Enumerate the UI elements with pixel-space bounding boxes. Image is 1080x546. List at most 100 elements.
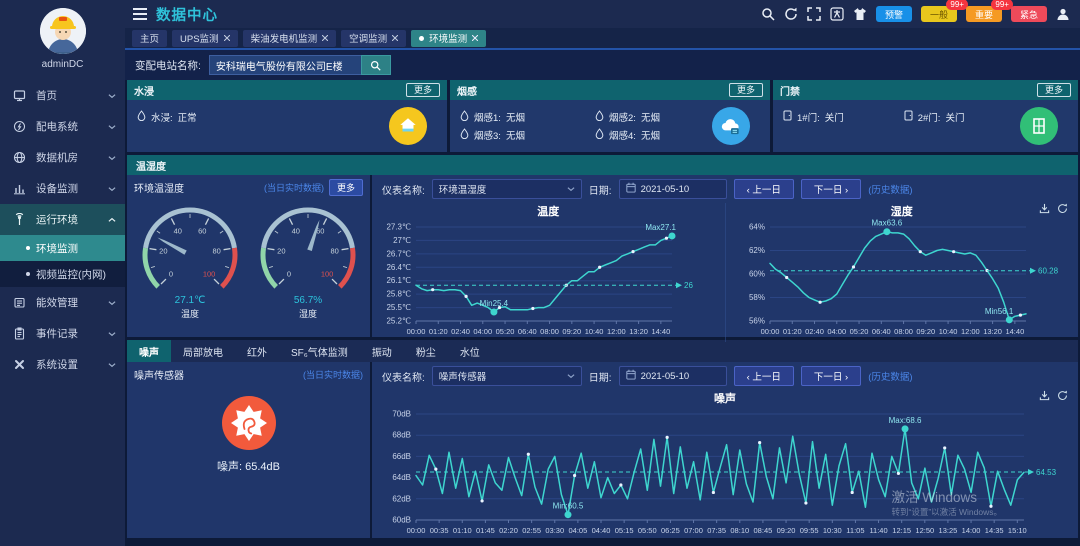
status-value: 无烟 [641, 128, 660, 142]
tab-home[interactable]: 主页 [132, 30, 167, 47]
chart-toolbar [1039, 390, 1068, 401]
tab-sf6-gas[interactable]: SF₆气体监测 [279, 340, 360, 362]
svg-text:25.2℃: 25.2℃ [386, 317, 411, 326]
tab-partial-discharge[interactable]: 局部放电 [171, 340, 235, 362]
noise-date-picker[interactable]: 2021-05-10 [619, 366, 727, 386]
download-icon[interactable] [1039, 390, 1050, 401]
avatar[interactable] [40, 8, 86, 54]
svg-text:20: 20 [277, 246, 285, 255]
smoke-card-body: 烟感1: 无烟 烟感2: 无烟 烟感3: 无烟 [450, 100, 770, 152]
flood-house-icon [389, 107, 427, 145]
door-more-button[interactable]: 更多 [1037, 83, 1071, 97]
alert-button-label: 预警 [885, 8, 903, 21]
door-card-header: 门禁 更多 [773, 80, 1078, 100]
refresh-icon[interactable] [1057, 203, 1068, 214]
refresh-icon[interactable] [784, 7, 798, 21]
status-value: 无烟 [506, 110, 525, 124]
sidebar-item-device-monitor[interactable]: 设备监测 [0, 173, 125, 204]
tab-diesel[interactable]: 柴油发电机监测 [243, 30, 337, 47]
next-day-button[interactable]: 下一日 › [801, 366, 861, 386]
sidebar-item-data-room[interactable]: 数据机房 [0, 142, 125, 173]
gauge-more-button[interactable]: 更多 [329, 179, 363, 196]
alert-button-general[interactable]: 一般 99+ [921, 6, 957, 22]
temperature-chart: 温度 25.2℃25.5℃25.8℃26.1℃26.4℃26.7℃27℃27.3… [372, 203, 725, 342]
history-data-link[interactable]: (历史数据) [868, 369, 912, 383]
alert-button-urgent[interactable]: 紧急 [1011, 6, 1047, 22]
status-value: 无烟 [506, 128, 525, 142]
sidebar-subitem-video-monitor[interactable]: 视频监控(内网) [0, 261, 125, 287]
tab-env-monitor[interactable]: 环境监测 [411, 30, 486, 47]
date-label: 日期: [589, 369, 612, 384]
sidebar-subitem-env-monitor[interactable]: 环境监测 [0, 235, 125, 261]
svg-text:09:20: 09:20 [916, 327, 935, 336]
svg-text:60: 60 [198, 226, 206, 235]
sidebar-item-settings[interactable]: 系统设置 [0, 349, 125, 380]
svg-text:05:50: 05:50 [638, 526, 657, 535]
noise-meter-select[interactable]: 噪声传感器 [432, 366, 582, 386]
realtime-data-note: (当日实时数据) [303, 368, 363, 381]
smoke-card-header: 烟感 更多 [450, 80, 770, 100]
sidebar-item-events[interactable]: 事件记录 [0, 318, 125, 349]
alert-button-important[interactable]: 重要 99+ [966, 6, 1002, 22]
hamburger-menu-icon[interactable] [133, 8, 147, 20]
tab-water-level[interactable]: 水位 [448, 340, 492, 362]
status-value: 关门 [825, 110, 844, 124]
smoke-status-item: 烟感1: 无烟 [460, 108, 595, 126]
close-icon[interactable] [392, 33, 398, 44]
tab-noise[interactable]: 噪声 [127, 340, 171, 362]
svg-text:40: 40 [291, 226, 299, 235]
theme-shirt-icon[interactable] [853, 7, 867, 21]
svg-text:11:05: 11:05 [846, 526, 864, 535]
svg-text:01:20: 01:20 [782, 327, 801, 336]
calendar-icon [626, 369, 636, 383]
smoke-drop-icon [460, 110, 469, 124]
water-more-button[interactable]: 更多 [406, 83, 440, 97]
tab-vibration[interactable]: 振动 [360, 340, 404, 362]
smoke-more-button[interactable]: 更多 [729, 83, 763, 97]
history-data-link[interactable]: (历史数据) [868, 182, 912, 196]
translate-icon[interactable] [830, 7, 844, 21]
svg-text:80: 80 [330, 246, 338, 255]
fullscreen-icon[interactable] [807, 7, 821, 21]
tab-infrared[interactable]: 红外 [235, 340, 279, 362]
antenna-icon [13, 213, 28, 226]
user-icon[interactable] [1056, 7, 1070, 21]
date-picker[interactable]: 2021-05-10 [619, 179, 727, 199]
close-icon[interactable] [322, 33, 328, 44]
temperature-chart-title: 温度 [372, 203, 725, 218]
svg-text:66dB: 66dB [392, 452, 411, 461]
close-icon[interactable] [472, 33, 478, 44]
svg-text:14:35: 14:35 [985, 526, 1004, 535]
tab-aircon[interactable]: 空调监测 [341, 30, 406, 47]
svg-text:62dB: 62dB [392, 494, 411, 503]
station-search-input[interactable] [209, 55, 361, 75]
tab-ups[interactable]: UPS监测 [172, 30, 238, 47]
prev-day-button[interactable]: ‹ 上一日 [734, 179, 794, 199]
svg-text:12:50: 12:50 [915, 526, 934, 535]
noise-panel-title: 噪声传感器 [134, 367, 184, 382]
meter-select[interactable]: 环境温湿度 [432, 179, 582, 199]
prev-day-button[interactable]: ‹ 上一日 [734, 366, 794, 386]
alert-button-warning[interactable]: 预警 [876, 6, 912, 22]
next-day-button[interactable]: 下一日 › [801, 179, 861, 199]
smoke-card-title: 烟感 [457, 83, 477, 98]
status-label: 1#门: [797, 110, 820, 124]
sidebar-item-energy[interactable]: 能效管理 [0, 287, 125, 318]
download-icon[interactable] [1039, 203, 1050, 214]
sidebar-item-power-system[interactable]: 配电系统 [0, 111, 125, 142]
sidebar-item-environment[interactable]: 运行环境 [0, 204, 125, 235]
sidebar-item-home[interactable]: 首页 [0, 80, 125, 111]
tab-dust[interactable]: 粉尘 [404, 340, 448, 362]
close-icon[interactable] [224, 33, 230, 44]
svg-text:58%: 58% [748, 293, 764, 302]
svg-text:13:20: 13:20 [983, 327, 1002, 336]
noise-section: 噪声传感器 (当日实时数据) 噪声: 65.4dB [127, 362, 1078, 538]
temp-humidity-section: 温湿度 环境温湿度 (当日实时数据) 更多 02040608010027.1℃温… [127, 155, 1078, 337]
search-icon[interactable] [761, 7, 775, 21]
refresh-icon[interactable] [1057, 390, 1068, 401]
svg-text:09:55: 09:55 [800, 526, 819, 535]
station-search-button[interactable] [361, 55, 391, 75]
svg-text:04:40: 04:40 [592, 526, 611, 535]
bullet-icon [26, 246, 30, 250]
svg-text:03:30: 03:30 [545, 526, 564, 535]
